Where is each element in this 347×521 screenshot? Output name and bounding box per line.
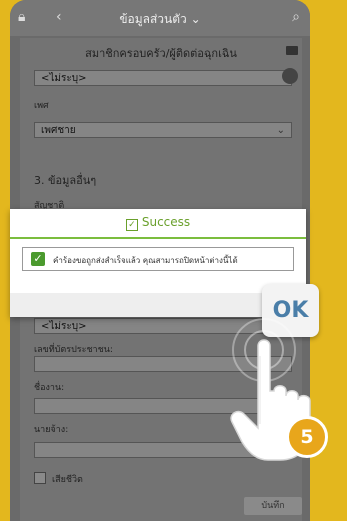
app-header: 🔒︎ ‹ ข้อมูลส่วนตัว ⌄ ⌕	[10, 0, 310, 36]
popup-divider	[10, 237, 306, 239]
checkbox-checked-icon: ✓	[31, 252, 45, 266]
page-title[interactable]: ข้อมูลส่วนตัว ⌄	[10, 10, 310, 29]
section-title: สมาชิกครอบครัว/ผู้ติดต่อฉุกเฉิน	[85, 47, 237, 60]
id-number-label: เลขที่บัตรประชาชน:	[34, 345, 113, 355]
work-label: ชื่องาน:	[34, 383, 65, 393]
gender-dropdown[interactable]: เพศชาย ⌄	[34, 122, 292, 138]
id-card-icon[interactable]	[286, 46, 298, 55]
step-badge: 5	[286, 416, 328, 458]
deceased-checkbox[interactable]	[34, 472, 46, 484]
popup-message: คำร้องขอถูกส่งสำเร็จแล้ว คุณสามารถปิดหน้…	[53, 256, 238, 265]
section3-title: 3. ข้อมูลอื่นๆ	[34, 174, 97, 187]
employer-label: นายจ้าง:	[34, 425, 69, 435]
search-icon[interactable]: ⌕	[292, 9, 300, 25]
deceased-label: เสียชีวิต	[52, 475, 83, 485]
info-button[interactable]	[282, 68, 298, 84]
chevron-down-icon: ⌄	[276, 125, 285, 136]
check-icon: ✓	[125, 219, 138, 231]
relationship-dropdown[interactable]: <ไม่ระบุ>	[34, 70, 292, 86]
chevron-down-icon: ⌄	[190, 12, 201, 26]
gender-label: เพศ	[34, 101, 49, 111]
save-button[interactable]: บันทึก	[244, 497, 302, 515]
popup-title: ✓ Success	[10, 215, 306, 233]
popup-message-box: ✓ คำร้องขอถูกส่งสำเร็จแล้ว คุณสามารถปิดห…	[22, 247, 294, 271]
